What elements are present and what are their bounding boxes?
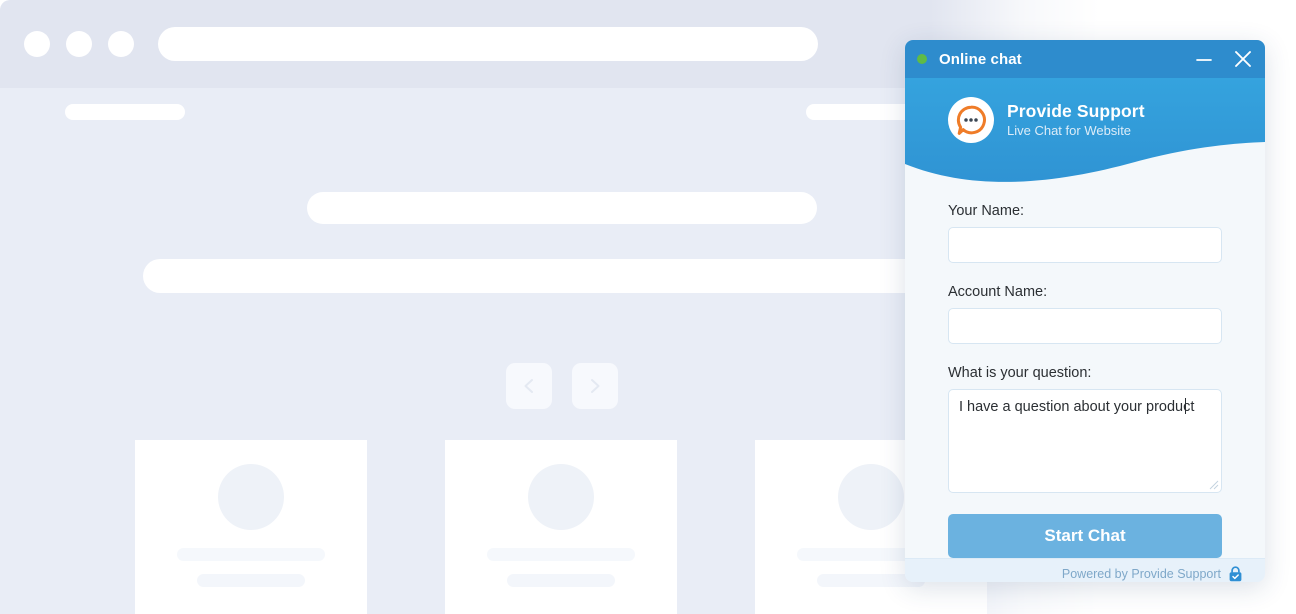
online-chat-widget: Online chat Provide Support Live Chat fo… bbox=[905, 40, 1265, 582]
chat-titlebar[interactable]: Online chat bbox=[905, 40, 1265, 78]
question-textarea-wrapper: I have a question about your product bbox=[948, 389, 1222, 493]
brand-row: Provide Support Live Chat for Website bbox=[948, 97, 1145, 143]
carousel-prev-button[interactable] bbox=[506, 363, 552, 409]
carousel-next-button[interactable] bbox=[572, 363, 618, 409]
speech-bubble-icon bbox=[956, 105, 986, 135]
placeholder-text-line bbox=[507, 574, 615, 587]
minimize-icon bbox=[1196, 59, 1212, 61]
avatar-placeholder-circle bbox=[218, 464, 284, 530]
placeholder-hero-bar bbox=[307, 192, 817, 224]
text-cursor bbox=[1185, 398, 1186, 414]
secure-lock-check-icon[interactable] bbox=[1228, 565, 1243, 582]
browser-dot-3 bbox=[108, 31, 134, 57]
placeholder-wide-bar bbox=[143, 259, 933, 293]
placeholder-text-line bbox=[177, 548, 325, 561]
account-field-label: Account Name: bbox=[948, 284, 1048, 300]
close-button[interactable] bbox=[1231, 47, 1255, 71]
online-status-dot bbox=[917, 54, 927, 64]
chat-footer: Powered by Provide Support bbox=[905, 558, 1265, 582]
placeholder-text-line bbox=[487, 548, 635, 561]
minimize-button[interactable] bbox=[1193, 48, 1215, 70]
brand-tagline: Live Chat for Website bbox=[1007, 122, 1132, 138]
start-chat-button[interactable]: Start Chat bbox=[948, 514, 1222, 558]
avatar-placeholder-circle bbox=[838, 464, 904, 530]
chevron-right-icon bbox=[591, 379, 600, 393]
header-wave-divider bbox=[905, 142, 1265, 185]
placeholder-heading-left bbox=[65, 104, 185, 120]
placeholder-card bbox=[135, 440, 367, 614]
browser-dot-2 bbox=[66, 31, 92, 57]
name-input[interactable] bbox=[948, 227, 1222, 263]
avatar-placeholder-circle bbox=[528, 464, 594, 530]
powered-by-label: Powered by Provide Support bbox=[1061, 566, 1221, 581]
chevron-left-icon bbox=[524, 379, 533, 393]
browser-url-bar[interactable] bbox=[158, 27, 818, 61]
pre-chat-form: Your Name: Account Name: What is your qu… bbox=[905, 185, 1265, 558]
placeholder-card bbox=[445, 440, 677, 614]
chat-brand-header: Provide Support Live Chat for Website bbox=[905, 78, 1265, 185]
chat-title: Online chat bbox=[939, 50, 1022, 68]
titlebar-controls bbox=[1193, 47, 1255, 71]
provide-support-speech-bubble-logo bbox=[948, 97, 994, 143]
brand-name: Provide Support bbox=[1007, 101, 1145, 122]
name-field-label: Your Name: bbox=[948, 203, 1025, 219]
browser-dot-1 bbox=[24, 31, 50, 57]
question-textarea[interactable]: I have a question about your product bbox=[948, 389, 1222, 493]
close-icon bbox=[1235, 51, 1251, 67]
question-field-label: What is your question: bbox=[948, 365, 1092, 381]
account-name-input[interactable] bbox=[948, 308, 1222, 344]
placeholder-text-line bbox=[197, 574, 305, 587]
screen: Online chat Provide Support Live Chat fo… bbox=[0, 0, 1296, 614]
brand-text: Provide Support Live Chat for Website bbox=[1007, 102, 1145, 137]
